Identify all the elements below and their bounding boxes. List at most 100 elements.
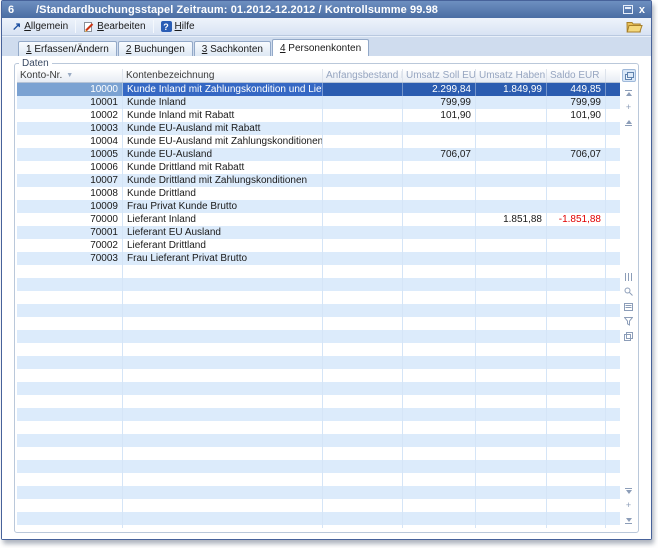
cell-kontenbezeichnung: Lieferant Inland [123, 213, 323, 226]
cell-kontenbezeichnung: Kunde EU-Ausland mit Rabatt [123, 122, 323, 135]
page-up-icon[interactable] [622, 117, 635, 128]
search-icon[interactable] [622, 286, 635, 297]
report-icon[interactable] [622, 301, 635, 312]
close-icon[interactable]: x [639, 5, 645, 15]
cell-konto-nr: 10001 [17, 96, 123, 109]
cell-umsatz-soll [403, 395, 476, 408]
table-row-empty[interactable] [17, 473, 620, 486]
cell-umsatz-haben [476, 148, 547, 161]
filter-icon[interactable] [622, 316, 635, 327]
cell-konto-nr [17, 291, 123, 304]
cell-filler [606, 434, 620, 447]
cell-filler [606, 356, 620, 369]
table-row[interactable]: 10008Kunde Drittland [17, 187, 620, 200]
cell-konto-nr: 10002 [17, 109, 123, 122]
cell-anfangsbestand [323, 239, 403, 252]
table-row[interactable]: 10005Kunde EU-Ausland706,07706,07 [17, 148, 620, 161]
column-header-umsatz-haben[interactable]: Umsatz Haben EUR [476, 69, 547, 82]
table-row[interactable]: 10002Kunde Inland mit Rabatt101,90101,90 [17, 109, 620, 122]
table-row-empty[interactable] [17, 421, 620, 434]
table-row-empty[interactable] [17, 356, 620, 369]
bearbeiten-button[interactable]: Bearbeiten [79, 20, 149, 34]
scroll-down-icon[interactable]: + [622, 500, 635, 511]
cell-umsatz-soll [403, 291, 476, 304]
table-row-empty[interactable] [17, 265, 620, 278]
table-row-empty[interactable] [17, 317, 620, 330]
table-row-empty[interactable] [17, 291, 620, 304]
open-folder-icon[interactable] [626, 20, 643, 33]
table-row[interactable]: 10000Kunde Inland mit Zahlungskondition … [17, 83, 620, 96]
restore-icon[interactable] [623, 5, 633, 14]
cell-saldo [547, 278, 606, 291]
titlebar: 6 /Standardbuchungsstapel Zeitraum: 01.2… [2, 1, 651, 18]
table-row-empty[interactable] [17, 499, 620, 512]
cell-kontenbezeichnung [123, 382, 323, 395]
cell-konto-nr: 70003 [17, 252, 123, 265]
column-header-konto-nr[interactable]: Konto-Nr.▼ [17, 69, 123, 82]
table-row-empty[interactable] [17, 460, 620, 473]
cell-konto-nr: 10005 [17, 148, 123, 161]
cell-anfangsbestand [323, 109, 403, 122]
daten-legend: Daten [19, 58, 52, 69]
column-layout-icon[interactable] [622, 69, 636, 82]
table-row-empty[interactable] [17, 343, 620, 356]
scroll-last-icon[interactable] [622, 515, 635, 526]
cell-anfangsbestand [323, 473, 403, 486]
cell-filler [606, 239, 620, 252]
table-row-empty[interactable] [17, 330, 620, 343]
tab-personenkonten[interactable]: 4 Personenkonten [272, 39, 369, 56]
scroll-first-icon[interactable] [622, 87, 635, 98]
table-row-empty[interactable] [17, 278, 620, 291]
table-row[interactable]: 70001Lieferant EU Ausland [17, 226, 620, 239]
table-row[interactable]: 10007Kunde Drittland mit Zahlungskonditi… [17, 174, 620, 187]
cell-umsatz-soll [403, 473, 476, 486]
tab-sachkonten[interactable]: 3 Sachkonten [194, 41, 271, 56]
cell-saldo [547, 486, 606, 499]
table-row-empty[interactable] [17, 304, 620, 317]
cell-saldo [547, 330, 606, 343]
cell-kontenbezeichnung [123, 525, 323, 528]
tab-erfassen-aendern[interactable]: 1 Erfassen/Ändern [18, 41, 117, 56]
table-row[interactable]: 70003Frau Lieferant Privat Brutto [17, 252, 620, 265]
cell-anfangsbestand [323, 200, 403, 213]
page-down-icon[interactable] [622, 485, 635, 496]
cell-kontenbezeichnung: Kunde EU-Ausland [123, 148, 323, 161]
table-row-empty[interactable] [17, 369, 620, 382]
table-row[interactable]: 70002Lieferant Drittland [17, 239, 620, 252]
column-header-saldo[interactable]: Saldo EUR [547, 69, 606, 82]
table-row[interactable]: 70000Lieferant Inland1.851,88-1.851,88 [17, 213, 620, 226]
cell-konto-nr [17, 330, 123, 343]
table-row[interactable]: 10001Kunde Inland799,99799,99 [17, 96, 620, 109]
cell-konto-nr: 10006 [17, 161, 123, 174]
cell-kontenbezeichnung [123, 278, 323, 291]
table-row-empty[interactable] [17, 382, 620, 395]
hilfe-button[interactable]: ? Hilfe [157, 20, 199, 33]
table-row-empty[interactable] [17, 486, 620, 499]
cell-filler [606, 252, 620, 265]
copy-grid-icon[interactable] [622, 331, 635, 342]
table-row[interactable]: 10003Kunde EU-Ausland mit Rabatt [17, 122, 620, 135]
cell-konto-nr [17, 317, 123, 330]
tab-buchungen[interactable]: 2 Buchungen [118, 41, 193, 56]
table-row[interactable]: 10004Kunde EU-Ausland mit Zahlungskondit… [17, 135, 620, 148]
table-row-empty[interactable] [17, 512, 620, 525]
table-header: Konto-Nr.▼ Kontenbezeichnung Anfangsbest… [17, 69, 620, 83]
column-header-anfangsbestand[interactable]: Anfangsbestand EUR [323, 69, 403, 82]
daten-groupbox: Daten Konto-Nr.▼ Kontenbezeichnung Anfan… [14, 58, 639, 533]
cell-filler [606, 96, 620, 109]
allgemein-button[interactable]: ↗ Allgemein [8, 20, 72, 33]
column-header-kontenbezeichnung[interactable]: Kontenbezeichnung [123, 69, 323, 82]
table-row[interactable]: 10009Frau Privat Kunde Brutto [17, 200, 620, 213]
table-row-empty[interactable] [17, 434, 620, 447]
table-row[interactable]: 10006Kunde Drittland mit Rabatt [17, 161, 620, 174]
column-width-icon[interactable] [622, 271, 635, 282]
cell-umsatz-soll [403, 408, 476, 421]
table-row-empty[interactable] [17, 525, 620, 528]
column-header-umsatz-soll[interactable]: Umsatz Soll EUR [403, 69, 476, 82]
scroll-up-icon[interactable]: + [622, 102, 635, 113]
table-row-empty[interactable] [17, 408, 620, 421]
cell-konto-nr [17, 525, 123, 528]
cell-konto-nr: 70002 [17, 239, 123, 252]
table-row-empty[interactable] [17, 447, 620, 460]
table-row-empty[interactable] [17, 395, 620, 408]
